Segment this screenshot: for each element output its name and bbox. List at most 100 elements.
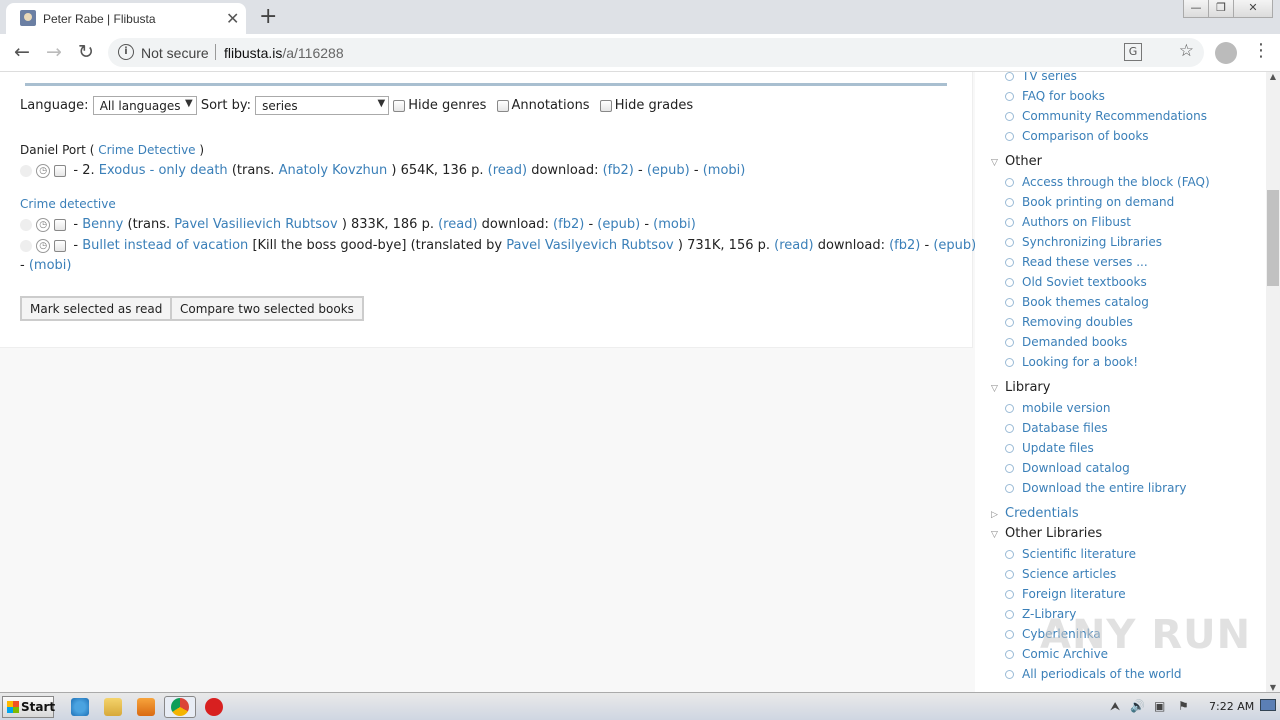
volume-icon[interactable]: 🔊 [1130, 699, 1145, 713]
sidebar-item[interactable]: Book printing on demand [1005, 195, 1174, 209]
sidebar-item[interactable]: Scientific literature [1005, 547, 1136, 561]
book-select-checkbox[interactable] [54, 239, 67, 252]
epub-link[interactable]: (epub) [647, 163, 690, 178]
fb2-link[interactable]: (fb2) [553, 217, 584, 232]
series-genre-link[interactable]: Crime Detective [98, 143, 195, 157]
restore-icon[interactable]: ❐ [1208, 0, 1234, 18]
minimize-icon[interactable]: — [1183, 0, 1209, 18]
taskbar-clock[interactable]: 7:22 AM [1209, 700, 1254, 713]
book-title-link[interactable]: Benny [82, 217, 123, 232]
book-select-checkbox[interactable] [54, 164, 67, 177]
sidebar-item[interactable]: Read these verses ... [1005, 255, 1148, 269]
sidebar-item[interactable]: Science articles [1005, 567, 1116, 581]
sidebar-item[interactable]: Demanded books [1005, 335, 1127, 349]
info-icon[interactable]: i [118, 44, 134, 60]
book-prefix: - [73, 217, 79, 232]
sidebar-item[interactable]: Download the entire library [1005, 481, 1186, 495]
close-tab-icon[interactable]: ✕ [226, 9, 239, 28]
sidebar-item[interactable]: Update files [1005, 441, 1094, 455]
sidebar-section-other[interactable]: ▽ Other [991, 154, 1042, 169]
mobi-link[interactable]: (mobi) [653, 217, 696, 232]
scroll-down-icon[interactable]: ▼ [1266, 683, 1280, 692]
sidebar-item[interactable]: Database files [1005, 421, 1108, 435]
translator-link[interactable]: Pavel Vasilyevich Rubtsov [506, 238, 673, 253]
browser-tab[interactable]: Peter Rabe | Flibusta ✕ [6, 3, 246, 34]
file-explorer-icon[interactable] [104, 698, 122, 716]
sidebar-item[interactable]: All periodicals of the world [1005, 667, 1182, 681]
security-label[interactable]: Not secure [141, 45, 209, 61]
sidebar-item[interactable]: mobile version [1005, 401, 1110, 415]
fb2-link[interactable]: (fb2) [603, 163, 634, 178]
sidebar-item[interactable]: Comparison of books [1005, 129, 1149, 143]
section-title: Other Libraries [1005, 526, 1103, 541]
sidebar-section-other-libraries[interactable]: ▽ Other Libraries [991, 526, 1102, 541]
sidebar-section-credentials[interactable]: ▷ Credentials [991, 506, 1079, 521]
profile-avatar-icon[interactable] [1215, 42, 1237, 64]
sidebar-item[interactable]: Old Soviet textbooks [1005, 275, 1147, 289]
read-link[interactable]: (read) [774, 238, 813, 253]
book-select-checkbox[interactable] [54, 218, 67, 231]
sidebar-item[interactable]: TV series [1005, 72, 1077, 83]
clock-icon[interactable]: ◷ [36, 217, 51, 232]
hide-genres-checkbox[interactable] [393, 99, 406, 112]
hide-grades-checkbox[interactable] [599, 99, 612, 112]
genre-link[interactable]: Crime detective [20, 197, 116, 211]
read-link[interactable]: (read) [438, 217, 477, 232]
sidebar-section-library[interactable]: ▽ Library [991, 380, 1050, 395]
page-scrollbar[interactable]: ▲ ▼ [1266, 72, 1280, 692]
opera-icon[interactable] [205, 698, 223, 716]
sidebar-item[interactable]: Community Recommendations [1005, 109, 1207, 123]
rating-icon[interactable] [20, 239, 32, 252]
book-title-link[interactable]: Bullet instead of vacation [82, 238, 248, 253]
show-desktop-icon[interactable] [1260, 699, 1276, 711]
address-bar[interactable]: i Not secure flibusta.is/a/116288 G ☆ [108, 38, 1204, 67]
collapsed-triangle-icon: ▷ [991, 510, 998, 520]
sidebar-item[interactable]: Book themes catalog [1005, 295, 1149, 309]
annotations-checkbox[interactable] [496, 99, 509, 112]
fb2-link[interactable]: (fb2) [889, 238, 920, 253]
sidebar-item[interactable]: FAQ for books [1005, 89, 1105, 103]
book-title-link[interactable]: Exodus - only death [99, 163, 228, 178]
mobi-link[interactable]: (mobi) [703, 163, 746, 178]
clock-icon[interactable]: ◷ [36, 238, 51, 253]
tray-arrow-icon[interactable]: ⮝ [1110, 699, 1120, 714]
forward-icon[interactable]: → [42, 41, 66, 63]
clock-icon[interactable]: ◷ [36, 163, 51, 178]
mobi-link[interactable]: (mobi) [29, 258, 72, 273]
sidebar-item[interactable]: Removing doubles [1005, 315, 1133, 329]
epub-link[interactable]: (epub) [933, 238, 976, 253]
compare-books-button[interactable]: Compare two selected books [170, 296, 364, 321]
sidebar-item[interactable]: Foreign literature [1005, 587, 1126, 601]
sidebar-item[interactable]: Access through the block (FAQ) [1005, 175, 1210, 189]
network-icon[interactable]: ▣ [1154, 699, 1165, 713]
section-title: Other [1005, 154, 1042, 169]
sidebar-item[interactable]: Authors on Flibust [1005, 215, 1131, 229]
browser-menu-icon[interactable]: ⋮ [1252, 40, 1270, 61]
start-button[interactable]: Start [2, 696, 55, 718]
url-text[interactable]: flibusta.is/a/116288 [224, 45, 344, 61]
flag-icon[interactable]: ⚑ [1178, 699, 1189, 713]
window-close-icon[interactable]: ✕ [1233, 0, 1273, 18]
translator-link[interactable]: Anatoly Kovzhun [279, 163, 388, 178]
sidebar-item[interactable]: Looking for a book! [1005, 355, 1138, 369]
translate-icon[interactable]: G [1124, 43, 1142, 61]
internet-explorer-icon[interactable] [71, 698, 89, 716]
read-link[interactable]: (read) [488, 163, 527, 178]
mark-read-button[interactable]: Mark selected as read [20, 296, 173, 321]
epub-link[interactable]: (epub) [597, 217, 640, 232]
bookmark-star-icon[interactable]: ☆ [1179, 41, 1194, 61]
scroll-thumb[interactable] [1267, 190, 1279, 286]
dash-separator: - [644, 217, 650, 232]
reload-icon[interactable]: ↻ [74, 41, 98, 63]
translator-link[interactable]: Pavel Vasilievich Rubtsov [174, 217, 337, 232]
media-player-icon[interactable] [137, 698, 155, 716]
scroll-up-icon[interactable]: ▲ [1266, 72, 1280, 81]
language-select[interactable]: All languages ▼ [92, 96, 197, 115]
sidebar-item[interactable]: Download catalog [1005, 461, 1130, 475]
new-tab-button[interactable]: + [259, 4, 277, 29]
back-icon[interactable]: ← [10, 41, 34, 63]
sort-select[interactable]: series ▼ [255, 96, 390, 115]
rating-icon[interactable] [20, 218, 32, 231]
rating-icon[interactable] [20, 164, 32, 177]
sidebar-item[interactable]: Synchronizing Libraries [1005, 235, 1162, 249]
